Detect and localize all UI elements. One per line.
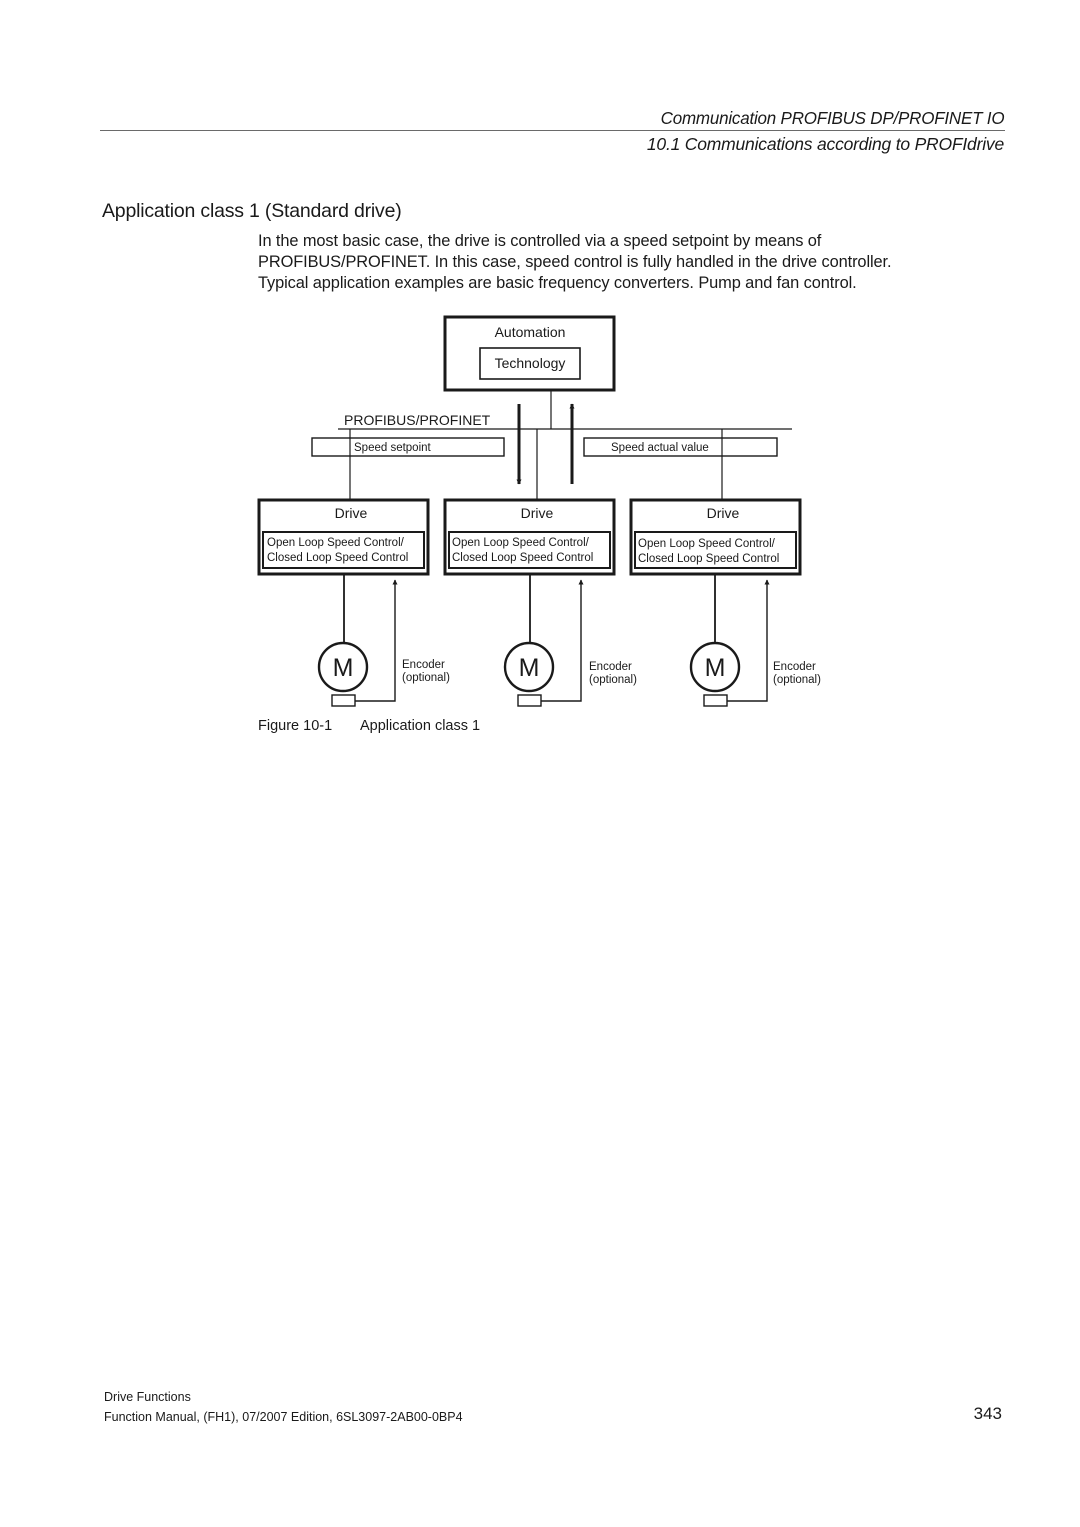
application-class-diagram: Automation Technology PROFIBUS/PROFINET …: [257, 315, 821, 707]
drive-block: Drive Open Loop Speed Control/ Closed Lo…: [257, 498, 450, 707]
control-line-2: Closed Loop Speed Control: [267, 552, 408, 564]
encoder-icon: [517, 694, 542, 707]
figure-number: Figure 10-1: [258, 718, 333, 734]
bus-label: PROFIBUS/PROFINET: [344, 412, 491, 428]
control-line-1: Open Loop Speed Control/: [452, 537, 590, 549]
encoder-label-1: Encoder: [589, 661, 632, 673]
automation-block: Automation Technology: [443, 315, 616, 392]
motor-label: M: [333, 654, 354, 682]
encoder-label-2: (optional): [773, 674, 821, 686]
drive-title: Drive: [335, 505, 368, 521]
footer-edition: Function Manual, (FH1), 07/2007 Edition,…: [104, 1410, 463, 1424]
drive-title: Drive: [707, 505, 740, 521]
automation-label: Automation: [495, 324, 566, 340]
speed-setpoint-label: Speed setpoint: [354, 442, 432, 454]
encoder-icon: [331, 694, 356, 707]
technology-label: Technology: [495, 355, 566, 371]
control-line-1: Open Loop Speed Control/: [638, 538, 776, 550]
motor-label: M: [519, 654, 540, 682]
encoder-label-2: (optional): [589, 674, 637, 686]
speed-actual-value-label: Speed actual value: [611, 442, 709, 454]
footer-book-title: Drive Functions: [104, 1390, 191, 1404]
encoder-label-1: Encoder: [773, 661, 816, 673]
control-line-2: Closed Loop Speed Control: [452, 552, 593, 564]
figure-title: Application class 1: [360, 718, 481, 734]
drive-block: Drive Open Loop Speed Control/ Closed Lo…: [629, 498, 821, 707]
encoder-icon: [703, 694, 728, 707]
figure-caption: Figure 10-1 Application class 1: [258, 718, 480, 734]
page-number: 343: [973, 1404, 1002, 1423]
control-line-2: Closed Loop Speed Control: [638, 553, 779, 565]
encoder-label-1: Encoder: [402, 659, 445, 671]
motor-label: M: [705, 654, 726, 682]
encoder-label-2: (optional): [402, 672, 450, 684]
drive-block: Drive Open Loop Speed Control/ Closed Lo…: [443, 498, 637, 707]
drive-title: Drive: [521, 505, 554, 521]
control-line-1: Open Loop Speed Control/: [267, 537, 405, 549]
